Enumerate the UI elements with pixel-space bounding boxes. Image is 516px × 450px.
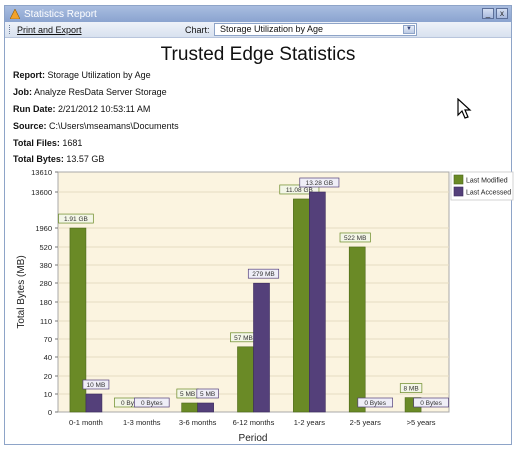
y-tick-label: 280 (39, 279, 52, 288)
x-tick-label: 2-5 years (350, 418, 382, 427)
y-tick-label: 13610 (31, 168, 52, 177)
data-label: 5 MB (200, 391, 215, 398)
y-tick-label: 110 (40, 317, 52, 326)
data-label: 522 MB (344, 235, 366, 242)
x-tick-label: 6-12 months (233, 418, 275, 427)
x-tick-label: >5 years (407, 418, 436, 427)
data-label: 11.08 GB (286, 187, 313, 194)
x-tick-label: 1-3 months (123, 418, 161, 427)
y-tick-label: 40 (44, 353, 52, 362)
legend-label: Last Modified (466, 178, 508, 185)
data-label: 1.91 GB (64, 216, 88, 223)
bar-last-accessed (85, 393, 103, 413)
y-tick-label: 1960 (35, 224, 52, 233)
data-label: 13.28 GB (306, 180, 333, 187)
y-axis-title: Total Bytes (MB) (16, 255, 27, 328)
data-label: 57 MB (234, 335, 253, 342)
legend-swatch (453, 186, 464, 197)
data-label: 0 Bytes (141, 400, 163, 407)
data-label: 0 Bytes (364, 400, 386, 407)
data-label: 10 MB (87, 382, 106, 389)
y-tick-label: 180 (39, 298, 52, 307)
y-tick-label: 0 (48, 408, 52, 417)
data-label: 8 MB (403, 386, 418, 393)
x-tick-label: 1-2 years (294, 418, 326, 427)
legend-label: Last Accessed (466, 190, 511, 197)
y-tick-label: 380 (39, 261, 52, 270)
bar-last-accessed (309, 191, 326, 413)
bar-last-accessed (253, 282, 270, 413)
y-tick-label: 520 (39, 243, 52, 252)
x-tick-label: 0-1 month (69, 418, 103, 427)
bar-last-modified (237, 346, 254, 413)
bar-last-modified (348, 246, 366, 413)
y-tick-label: 70 (44, 335, 52, 344)
bar-last-modified (181, 402, 198, 413)
x-tick-label: 3-6 months (179, 418, 217, 427)
data-label: 0 Bytes (420, 400, 442, 407)
y-tick-label: 10 (44, 390, 52, 399)
y-tick-label: 20 (44, 372, 52, 381)
bar-chart: 0 10 20 40 70 110 180 280 380 520 1960 13600 13610 Pe… (16, 168, 514, 444)
data-label: 5 MB (180, 391, 195, 398)
data-label: 279 MB (252, 271, 274, 278)
bar-last-accessed (197, 402, 214, 413)
legend-swatch (453, 174, 464, 185)
bar-last-modified (293, 198, 310, 413)
y-tick-label: 13600 (31, 188, 52, 197)
x-axis-title: Period (239, 433, 268, 444)
